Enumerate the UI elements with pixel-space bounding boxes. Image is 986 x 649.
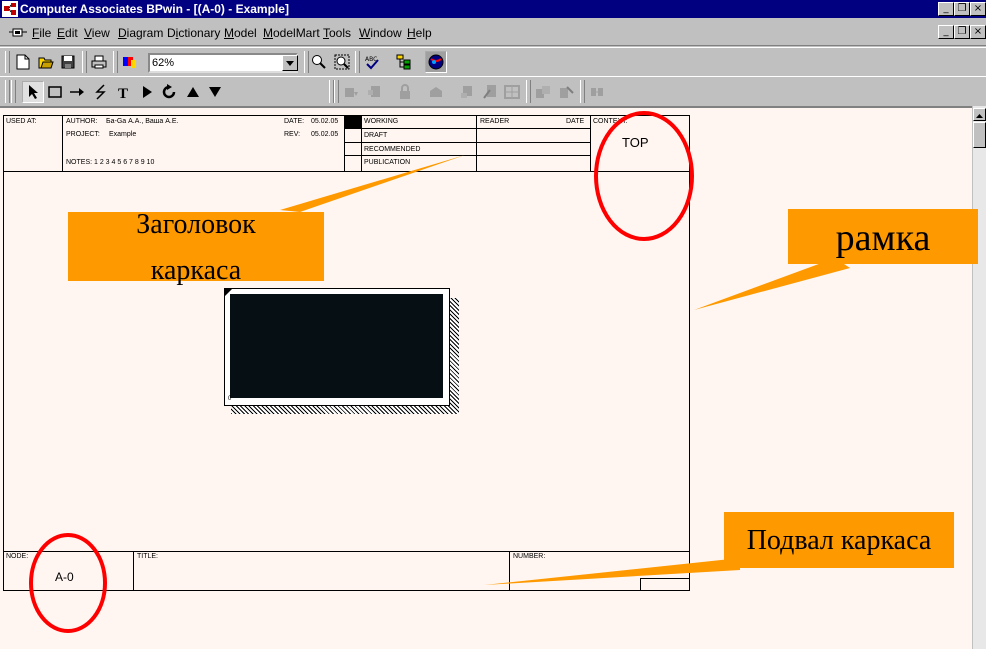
header-callout-line1: Заголовок — [136, 209, 256, 240]
header-callout-line2: каркаса — [150, 255, 242, 286]
header-callout-pointer — [280, 155, 465, 212]
context-highlight-circle — [594, 111, 694, 241]
frame-callout: рамка — [788, 209, 978, 264]
footer-callout: Подвал каркаса — [724, 512, 954, 568]
header-callout: Заголовок каркаса — [68, 209, 324, 286]
node-highlight-circle — [29, 533, 107, 633]
footer-callout-pointer — [484, 558, 740, 585]
frame-callout-pointer — [694, 258, 850, 310]
